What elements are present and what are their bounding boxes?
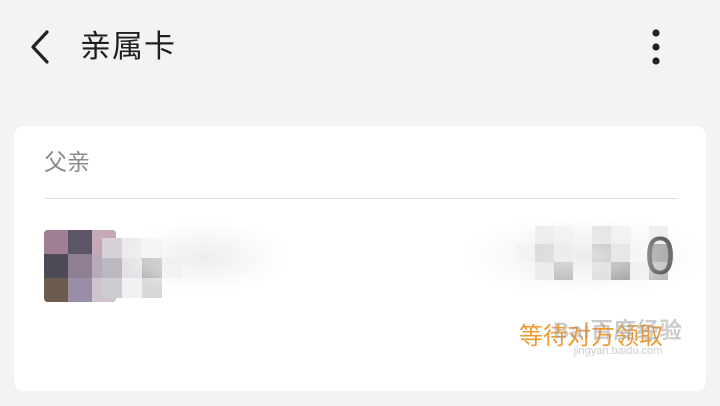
amount-visible-digit: 0: [645, 226, 676, 286]
page-title: 亲属卡: [80, 29, 176, 65]
relation-label: 父亲: [44, 150, 90, 176]
back-button[interactable]: [22, 26, 58, 68]
divider: [44, 198, 677, 199]
chevron-left-icon: [31, 30, 49, 64]
more-options-button[interactable]: [636, 26, 676, 68]
top-bar: 亲属卡: [0, 0, 720, 95]
status-link[interactable]: 等待对方领取: [519, 318, 663, 354]
member-name-mosaic: [102, 238, 182, 298]
family-card[interactable]: 父亲 0 等待对方领取: [14, 126, 706, 391]
more-vertical-icon: [652, 29, 660, 65]
